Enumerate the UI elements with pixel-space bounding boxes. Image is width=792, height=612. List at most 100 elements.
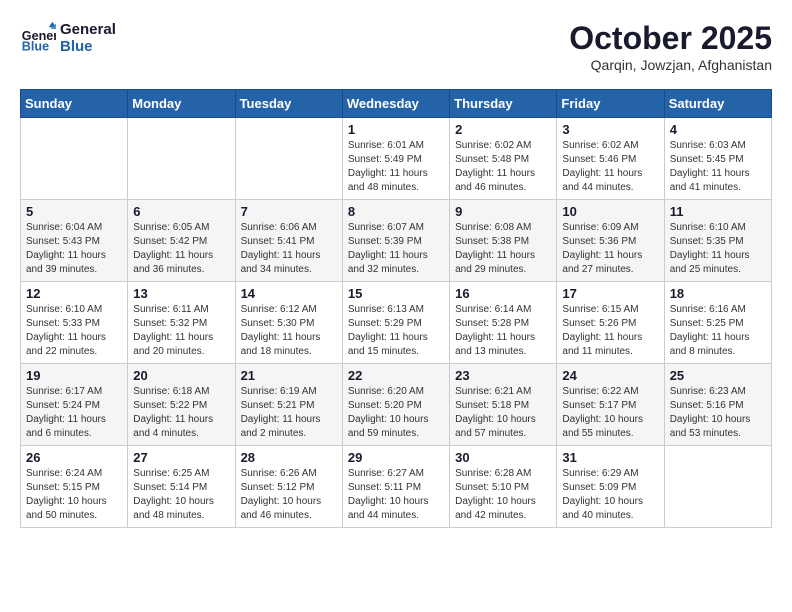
logo-general: General	[60, 21, 116, 38]
calendar-cell: 22 Sunrise: 6:20 AM Sunset: 5:20 PM Dayli…	[342, 364, 449, 446]
day-number: 18	[670, 286, 766, 301]
calendar-cell: 20Sunrise: 6:18 AM Sunset: 5:22 PM Dayli…	[128, 364, 235, 446]
day-info: Sunrise: 6:10 AM Sunset: 5:33 PM Dayligh…	[26, 303, 122, 359]
day-info: Sunrise: 6:03 AM Sunset: 5:45 PM Dayligh…	[670, 139, 766, 195]
calendar-cell: 11 Sunrise: 6:10 AM Sunset: 5:35 PM Dayli…	[664, 200, 771, 282]
calendar-cell: 1Sunrise: 6:01 AM Sunset: 5:49 PM Daylig…	[342, 118, 449, 200]
day-number: 3	[562, 122, 658, 137]
day-number: 16	[455, 286, 551, 301]
day-info: Sunrise: 6:12 AM Sunset: 5:30 PM Dayligh…	[241, 303, 337, 359]
calendar-cell: 17 Sunrise: 6:15 AM Sunset: 5:26 PM Dayli…	[557, 282, 664, 364]
day-number: 24	[562, 368, 658, 383]
day-number: 12	[26, 286, 122, 301]
day-number: 28	[241, 450, 337, 465]
calendar-cell: 16 Sunrise: 6:14 AM Sunset: 5:28 PM Dayli…	[450, 282, 557, 364]
day-info: Sunrise: 6:11 AM Sunset: 5:32 PM Dayligh…	[133, 303, 229, 359]
day-info: Sunrise: 6:17 AM Sunset: 5:24 PM Dayligh…	[26, 385, 122, 441]
day-info: Sunrise: 6:26 AM Sunset: 5:12 PM Dayligh…	[241, 467, 337, 523]
day-info: Sunrise: 6:15 AM Sunset: 5:26 PM Dayligh…	[562, 303, 658, 359]
weekday-header-monday: Monday	[128, 90, 235, 118]
day-number: 1	[348, 122, 444, 137]
day-info: Sunrise: 6:08 AM Sunset: 5:38 PM Dayligh…	[455, 221, 551, 277]
day-info: Sunrise: 6:10 AM Sunset: 5:35 PM Dayligh…	[670, 221, 766, 277]
weekday-header-row: SundayMondayTuesdayWednesdayThursdayFrid…	[21, 90, 772, 118]
weekday-header-sunday: Sunday	[21, 90, 128, 118]
day-number: 14	[241, 286, 337, 301]
day-number: 11	[670, 204, 766, 219]
logo-icon: General Blue	[20, 20, 56, 56]
weekday-header-wednesday: Wednesday	[342, 90, 449, 118]
day-number: 22	[348, 368, 444, 383]
title-block: October 2025 Qarqin, Jowzjan, Afghanista…	[569, 20, 772, 73]
logo-blue: Blue	[60, 38, 116, 55]
calendar-cell: 30Sunrise: 6:28 AM Sunset: 5:10 PM Dayli…	[450, 446, 557, 528]
day-number: 27	[133, 450, 229, 465]
day-info: Sunrise: 6:23 AM Sunset: 5:16 PM Dayligh…	[670, 385, 766, 441]
day-number: 26	[26, 450, 122, 465]
svg-text:Blue: Blue	[22, 40, 49, 54]
calendar-cell: 8Sunrise: 6:07 AM Sunset: 5:39 PM Daylig…	[342, 200, 449, 282]
day-info: Sunrise: 6:21 AM Sunset: 5:18 PM Dayligh…	[455, 385, 551, 441]
day-info: Sunrise: 6:13 AM Sunset: 5:29 PM Dayligh…	[348, 303, 444, 359]
day-number: 30	[455, 450, 551, 465]
day-info: Sunrise: 6:09 AM Sunset: 5:36 PM Dayligh…	[562, 221, 658, 277]
day-info: Sunrise: 6:27 AM Sunset: 5:11 PM Dayligh…	[348, 467, 444, 523]
day-number: 13	[133, 286, 229, 301]
logo: General Blue General Blue	[20, 20, 116, 56]
calendar-week-4: 19 Sunrise: 6:17 AM Sunset: 5:24 PM Dayli…	[21, 364, 772, 446]
day-number: 9	[455, 204, 551, 219]
calendar-cell	[664, 446, 771, 528]
day-info: Sunrise: 6:05 AM Sunset: 5:42 PM Dayligh…	[133, 221, 229, 277]
day-number: 7	[241, 204, 337, 219]
calendar-week-2: 5 Sunrise: 6:04 AM Sunset: 5:43 PM Daylig…	[21, 200, 772, 282]
day-info: Sunrise: 6:20 AM Sunset: 5:20 PM Dayligh…	[348, 385, 444, 441]
calendar-cell: 27Sunrise: 6:25 AM Sunset: 5:14 PM Dayli…	[128, 446, 235, 528]
day-info: Sunrise: 6:04 AM Sunset: 5:43 PM Dayligh…	[26, 221, 122, 277]
day-number: 4	[670, 122, 766, 137]
calendar-cell: 6 Sunrise: 6:05 AM Sunset: 5:42 PM Daylig…	[128, 200, 235, 282]
calendar-cell: 2Sunrise: 6:02 AM Sunset: 5:48 PM Daylig…	[450, 118, 557, 200]
day-info: Sunrise: 6:24 AM Sunset: 5:15 PM Dayligh…	[26, 467, 122, 523]
calendar-cell: 13 Sunrise: 6:11 AM Sunset: 5:32 PM Dayli…	[128, 282, 235, 364]
calendar-cell	[128, 118, 235, 200]
day-info: Sunrise: 6:22 AM Sunset: 5:17 PM Dayligh…	[562, 385, 658, 441]
month-title: October 2025	[569, 20, 772, 57]
day-number: 17	[562, 286, 658, 301]
day-number: 21	[241, 368, 337, 383]
page-header: General Blue General Blue October 2025 Q…	[20, 20, 772, 73]
day-number: 19	[26, 368, 122, 383]
day-info: Sunrise: 6:07 AM Sunset: 5:39 PM Dayligh…	[348, 221, 444, 277]
day-info: Sunrise: 6:14 AM Sunset: 5:28 PM Dayligh…	[455, 303, 551, 359]
day-number: 29	[348, 450, 444, 465]
calendar-cell	[235, 118, 342, 200]
calendar-cell: 29 Sunrise: 6:27 AM Sunset: 5:11 PM Dayli…	[342, 446, 449, 528]
calendar-cell: 4 Sunrise: 6:03 AM Sunset: 5:45 PM Daylig…	[664, 118, 771, 200]
calendar-cell: 12 Sunrise: 6:10 AM Sunset: 5:33 PM Dayli…	[21, 282, 128, 364]
day-number: 2	[455, 122, 551, 137]
calendar-cell: 21 Sunrise: 6:19 AM Sunset: 5:21 PM Dayli…	[235, 364, 342, 446]
day-info: Sunrise: 6:16 AM Sunset: 5:25 PM Dayligh…	[670, 303, 766, 359]
calendar-cell	[21, 118, 128, 200]
calendar-week-5: 26 Sunrise: 6:24 AM Sunset: 5:15 PM Dayli…	[21, 446, 772, 528]
calendar-cell: 9 Sunrise: 6:08 AM Sunset: 5:38 PM Daylig…	[450, 200, 557, 282]
calendar-cell: 10Sunrise: 6:09 AM Sunset: 5:36 PM Dayli…	[557, 200, 664, 282]
location: Qarqin, Jowzjan, Afghanistan	[569, 57, 772, 73]
calendar-cell: 28 Sunrise: 6:26 AM Sunset: 5:12 PM Dayli…	[235, 446, 342, 528]
day-info: Sunrise: 6:02 AM Sunset: 5:46 PM Dayligh…	[562, 139, 658, 195]
calendar-table: SundayMondayTuesdayWednesdayThursdayFrid…	[20, 89, 772, 528]
calendar-cell: 23Sunrise: 6:21 AM Sunset: 5:18 PM Dayli…	[450, 364, 557, 446]
day-number: 6	[133, 204, 229, 219]
calendar-week-1: 1Sunrise: 6:01 AM Sunset: 5:49 PM Daylig…	[21, 118, 772, 200]
day-number: 5	[26, 204, 122, 219]
calendar-cell: 24 Sunrise: 6:22 AM Sunset: 5:17 PM Dayli…	[557, 364, 664, 446]
day-info: Sunrise: 6:29 AM Sunset: 5:09 PM Dayligh…	[562, 467, 658, 523]
day-info: Sunrise: 6:19 AM Sunset: 5:21 PM Dayligh…	[241, 385, 337, 441]
calendar-cell: 7Sunrise: 6:06 AM Sunset: 5:41 PM Daylig…	[235, 200, 342, 282]
weekday-header-saturday: Saturday	[664, 90, 771, 118]
day-number: 15	[348, 286, 444, 301]
calendar-cell: 26 Sunrise: 6:24 AM Sunset: 5:15 PM Dayli…	[21, 446, 128, 528]
calendar-cell: 5 Sunrise: 6:04 AM Sunset: 5:43 PM Daylig…	[21, 200, 128, 282]
weekday-header-tuesday: Tuesday	[235, 90, 342, 118]
weekday-header-friday: Friday	[557, 90, 664, 118]
calendar-cell: 31Sunrise: 6:29 AM Sunset: 5:09 PM Dayli…	[557, 446, 664, 528]
